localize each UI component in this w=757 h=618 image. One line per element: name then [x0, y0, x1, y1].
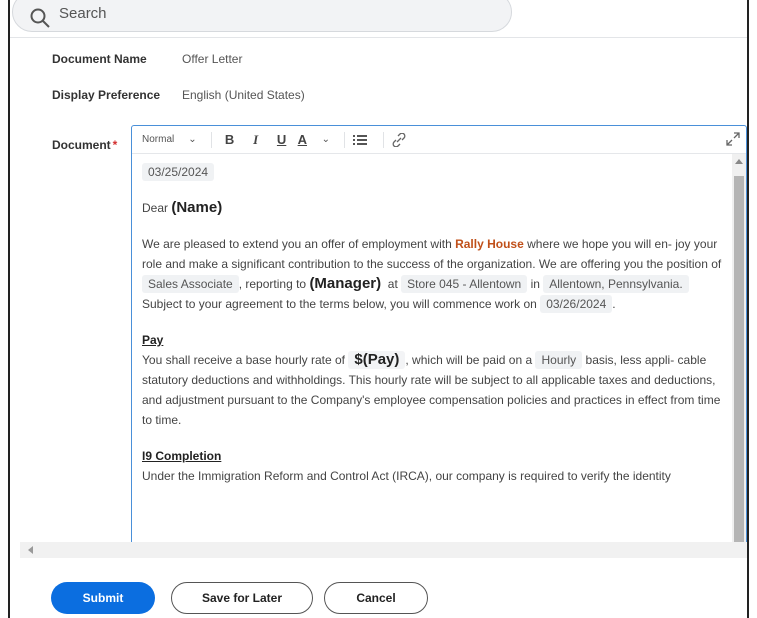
document-name-label: Document Name	[52, 52, 147, 66]
offer-text-4: at	[387, 277, 398, 291]
toolbar-divider	[210, 131, 212, 148]
submit-button[interactable]: Submit	[51, 582, 155, 614]
document-label: Document *	[52, 138, 117, 152]
chevron-down-icon: ⌄	[188, 134, 197, 145]
pay-text-2: , which will be paid on a	[405, 353, 533, 367]
style-select[interactable]: Normal ⌄	[142, 130, 197, 150]
search-icon	[30, 8, 50, 28]
location-field[interactable]: Allentown, Pennsylvania.	[543, 275, 689, 293]
manager-name: (Manager)	[309, 275, 382, 292]
i9-heading: I9 Completion	[142, 449, 222, 463]
pay-heading: Pay	[142, 333, 164, 347]
toolbar-divider	[383, 131, 385, 148]
store-field[interactable]: Store 045 - Allentown	[401, 275, 528, 293]
cancel-button[interactable]: Cancel	[324, 582, 428, 614]
recipient-name: (Name)	[171, 199, 223, 216]
document-label-text: Document	[52, 138, 111, 152]
greeting: Dear	[142, 201, 169, 215]
scroll-thumb[interactable]	[734, 176, 744, 556]
pay-text-1: You shall receive a base hourly rate of	[142, 353, 346, 367]
vertical-scrollbar[interactable]	[732, 154, 746, 556]
i9-paragraph: Under the Immigration Reform and Control…	[142, 469, 671, 483]
style-select-label: Normal	[142, 134, 175, 145]
bold-button[interactable]: B	[220, 130, 240, 150]
offer-text-7: .	[612, 297, 616, 311]
horizontal-scrollbar[interactable]	[20, 542, 747, 558]
toolbar-divider	[344, 131, 346, 148]
chevron-down-icon: ⌄	[321, 134, 331, 145]
pay-amount-field[interactable]: $(Pay)	[348, 351, 406, 369]
underline-button[interactable]: U	[272, 130, 292, 150]
link-button[interactable]	[392, 130, 406, 150]
pay-basis-field[interactable]: Hourly	[535, 351, 583, 369]
position-field[interactable]: Sales Associate	[142, 275, 239, 293]
text-color-label: A	[297, 132, 308, 147]
letter-content[interactable]: 03/25/2024 Dear (Name) We are pleased to…	[142, 160, 726, 556]
italic-button[interactable]: I	[246, 130, 266, 150]
display-preference-value: English (United States)	[182, 88, 305, 102]
editor-toolbar: Normal ⌄ B I U A ⌄	[132, 126, 746, 154]
offer-text-5: in	[530, 277, 540, 291]
bullet-list-button[interactable]	[353, 130, 369, 150]
required-indicator: *	[112, 138, 118, 152]
list-icon	[353, 134, 368, 145]
start-date-field[interactable]: 03/26/2024	[540, 295, 613, 313]
offer-text-1: We are pleased to extend you an offer of…	[142, 237, 452, 251]
document-editor[interactable]: Normal ⌄ B I U A ⌄ 03/25/2024 Dear (Name…	[131, 125, 747, 557]
date-field[interactable]: 03/25/2024	[142, 163, 215, 181]
document-name-value: Offer Letter	[182, 52, 243, 66]
scroll-up-icon[interactable]	[735, 159, 743, 164]
display-preference-label: Display Preference	[52, 88, 161, 102]
search-bar[interactable]: Search	[12, 0, 512, 32]
scroll-left-icon[interactable]	[28, 546, 33, 554]
search-placeholder: Search	[59, 5, 107, 22]
save-for-later-button[interactable]: Save for Later	[171, 582, 313, 614]
offer-paragraph: We are pleased to extend you an offer of…	[142, 234, 726, 314]
expand-icon[interactable]	[726, 132, 740, 146]
offer-text-3: , reporting to	[238, 277, 307, 291]
offer-text-6: Subject to your agreement to the terms b…	[142, 297, 537, 311]
company-name: Rally House	[455, 237, 524, 251]
header-divider	[10, 37, 747, 38]
text-color-button[interactable]: A ⌄	[298, 130, 330, 150]
pay-paragraph: You shall receive a base hourly rate of …	[142, 350, 726, 430]
page-frame: Search Document Name Offer Letter Displa…	[8, 0, 749, 618]
link-icon	[392, 132, 406, 147]
